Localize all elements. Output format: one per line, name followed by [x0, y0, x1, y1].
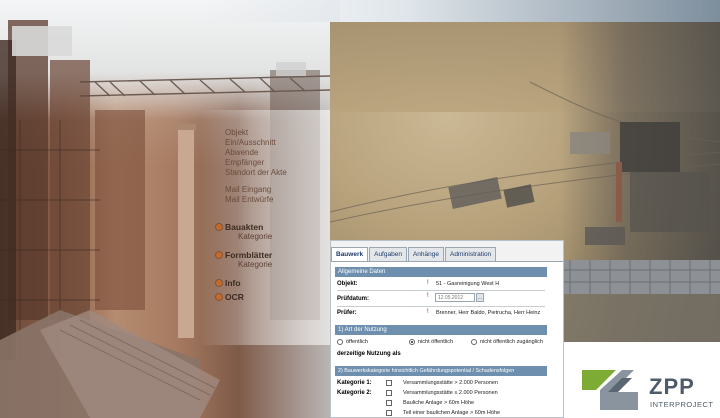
radio-nicht-oeffentlich[interactable]	[409, 339, 415, 345]
option-nicht-oeffentlich-zugaenglich: nicht öffentlich zugänglich	[480, 339, 543, 345]
radio-oeffentlich[interactable]	[337, 339, 343, 345]
nav-sub-bauakten-kategorie[interactable]: Kategorie	[238, 232, 272, 241]
nav-item-standort[interactable]: Standort der Akte	[225, 168, 287, 177]
derzeitige-nutzung-label: derzeitige Nutzung als	[337, 351, 401, 357]
nav-item-mail-entwuerfe[interactable]: Mail Entwürfe	[225, 195, 273, 204]
pruefer-label: Prüfer:	[337, 310, 357, 316]
kategorie-option-2: Versammlungsstätte ≤ 2.000 Personen	[403, 390, 498, 396]
tab-anhaenge[interactable]: Anhänge	[407, 247, 444, 261]
option-oeffentlich: öffentlich	[346, 339, 368, 345]
top-banner	[200, 0, 720, 22]
radio-nicht-oeffentlich-zugaenglich[interactable]	[471, 339, 477, 345]
kategorie-option-3: Bauliche Anlage > 60m Höhe	[403, 400, 475, 406]
info-icon	[216, 280, 222, 286]
required-marker: !	[427, 309, 429, 315]
checkbox-kategorie-option-3[interactable]	[386, 400, 392, 406]
pruefdatum-input[interactable]: 12.05.2012	[435, 293, 475, 302]
option-nicht-oeffentlich: nicht öffentlich	[418, 339, 454, 345]
section-art-der-nutzung: 1) Art der Nutzung	[335, 325, 547, 335]
section-allgemeine-daten: Allgemeine Daten	[335, 267, 547, 277]
nav-section-bauakten[interactable]: Bauakten	[225, 222, 263, 232]
objekt-label: Objekt:	[337, 281, 358, 287]
tab-administration[interactable]: Administration	[444, 247, 497, 261]
zpp-logo-icon	[582, 370, 638, 410]
nav-item-ein-ausschnitt[interactable]: Ein/Ausschnitt	[225, 138, 276, 147]
nav-item-mail-eingang[interactable]: Mail Eingang	[225, 185, 271, 194]
required-marker: !	[427, 280, 429, 286]
kategorie-option-4: Teil einer baulichen Anlage > 60m Höhe	[403, 410, 501, 416]
tab-bauwerk[interactable]: Bauwerk	[331, 247, 369, 261]
kategorie-option-1: Versammlungsstätte > 2.000 Personen	[403, 380, 498, 386]
required-marker: !	[427, 293, 429, 299]
checkbox-kategorie-option-2[interactable]	[386, 390, 392, 396]
tab-aufgaben[interactable]: Aufgaben	[369, 247, 407, 261]
objekt-value[interactable]: 51 - Gasreinigung West H	[436, 281, 499, 287]
checkbox-kategorie-option-1[interactable]	[386, 380, 392, 386]
nav-item-objekt[interactable]: Objekt	[225, 128, 248, 137]
kategorie-1-label: Kategorie 1:	[337, 380, 372, 386]
section-bauwerkskategorie: 2) Bauwerkskategorie hinsichtlich Gefähr…	[335, 366, 547, 376]
ocr-icon	[216, 294, 222, 300]
nav-item-abwende[interactable]: Abwende	[225, 148, 258, 157]
form-body: Allgemeine Daten Objekt: ! 51 - Gasreini…	[331, 261, 563, 417]
pruefer-value[interactable]: Brenner, Herr Baldo, Pietrucha, Herr Hei…	[436, 310, 540, 316]
kategorie-2-label: Kategorie 2:	[337, 390, 372, 396]
logo-name: ZPP	[649, 374, 695, 399]
checkbox-kategorie-option-4[interactable]	[386, 410, 392, 416]
logo-subtitle: INTERPROJECT	[650, 400, 714, 409]
pruefdatum-label: Prüfdatum:	[337, 296, 369, 302]
calendar-button[interactable]: ...	[476, 293, 484, 302]
formblaetter-icon	[216, 252, 222, 258]
nav-section-ocr[interactable]: OCR	[225, 292, 244, 302]
bauakten-icon	[216, 224, 222, 230]
nav-section-formblaetter[interactable]: Formblätter	[225, 250, 272, 260]
divider	[337, 290, 545, 291]
tab-bar: Bauwerk Aufgaben Anhänge Administration	[331, 247, 497, 261]
nav-section-info[interactable]: Info	[225, 278, 241, 288]
nav-item-empfaenger[interactable]: Empfänger	[225, 158, 264, 167]
divider	[337, 306, 545, 307]
nav-sub-formblaetter-kategorie[interactable]: Kategorie	[238, 260, 272, 269]
form-panel: Bauwerk Aufgaben Anhänge Administration …	[330, 240, 564, 418]
